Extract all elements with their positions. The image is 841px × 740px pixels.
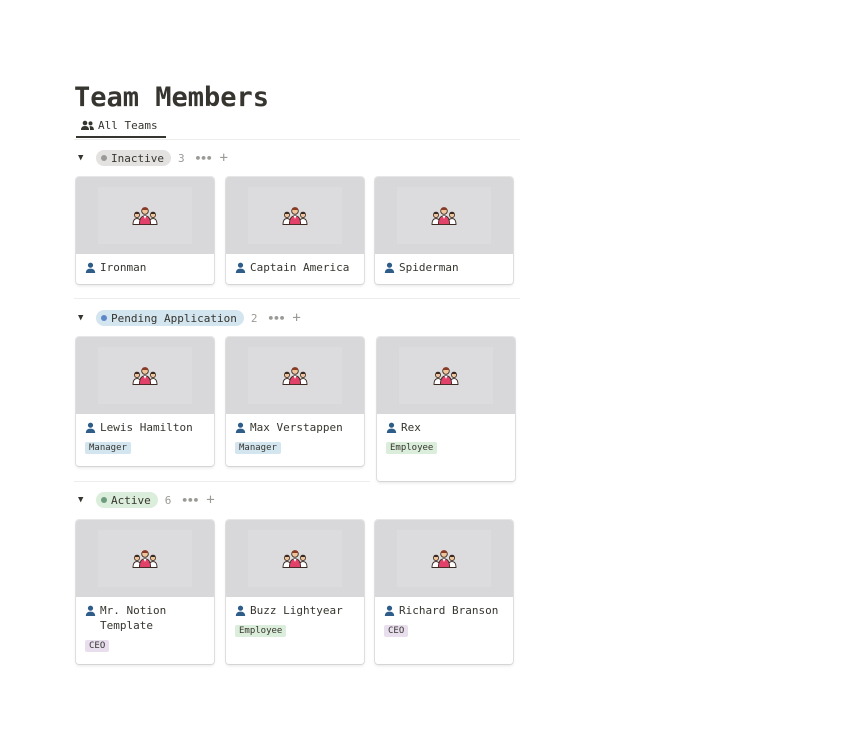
card-cover [76, 520, 214, 597]
team-people-icon [282, 365, 308, 385]
group-divider [74, 298, 520, 299]
tab-all-teams[interactable]: All Teams [76, 115, 166, 138]
people-icon [81, 120, 94, 130]
status-dot [101, 497, 107, 503]
role-tag: CEO [384, 625, 409, 637]
member-card[interactable]: Lewis Hamilton Manager [76, 337, 214, 466]
add-icon[interactable]: + [292, 311, 300, 325]
role-tag: Employee [235, 625, 287, 637]
team-people-icon [433, 365, 459, 385]
person-icon [85, 422, 96, 433]
toggle-triangle-icon[interactable]: ▼ [78, 153, 88, 163]
add-icon[interactable]: + [206, 493, 214, 507]
role-tag: Manager [235, 442, 281, 454]
card-name: Ironman [100, 261, 147, 274]
group-label: Active [111, 493, 151, 507]
toggle-triangle-icon[interactable]: ▼ [78, 495, 88, 505]
status-pill-pending[interactable]: Pending Application [96, 310, 244, 326]
member-card[interactable]: Max Verstappen Manager [226, 337, 364, 466]
team-people-icon [132, 205, 158, 225]
status-dot [101, 155, 107, 161]
person-icon [384, 262, 395, 273]
card-cover [76, 177, 214, 254]
card-name: Captain America [250, 261, 350, 274]
more-options-icon[interactable]: ••• [195, 152, 213, 165]
team-people-icon [431, 548, 457, 568]
tab-label: All Teams [98, 119, 158, 132]
person-icon [386, 422, 397, 433]
person-icon [235, 605, 246, 616]
team-people-icon [431, 205, 457, 225]
role-tag: CEO [85, 640, 110, 652]
person-icon [235, 262, 246, 273]
group-label: Pending Application [111, 311, 237, 325]
more-options-icon[interactable]: ••• [181, 494, 199, 507]
card-name: Max Verstappen [250, 421, 343, 434]
team-people-icon [132, 365, 158, 385]
card-name: Rex [401, 421, 421, 434]
group-count: 2 [250, 311, 258, 325]
page-title: Team Members [74, 82, 270, 113]
status-dot [101, 315, 107, 321]
member-card[interactable]: Richard Branson CEO [375, 520, 513, 664]
group-count: 3 [177, 151, 185, 165]
group-header-pending-application: ▼ Pending Application 2 ••• + [78, 309, 301, 327]
card-cover [375, 177, 513, 254]
member-card[interactable]: Spiderman [375, 177, 513, 284]
group-header-active: ▼ Active 6 ••• + [78, 491, 215, 509]
view-tab-bar: All Teams [74, 115, 520, 140]
member-card[interactable]: Captain America [226, 177, 364, 284]
more-options-icon[interactable]: ••• [267, 312, 285, 325]
role-tag: Employee [386, 442, 438, 454]
member-card[interactable]: Mr. Notion Template CEO [76, 520, 214, 664]
group-label: Inactive [111, 151, 164, 165]
person-icon [85, 605, 96, 616]
card-name: Mr. Notion Template [100, 604, 167, 632]
role-tag: Manager [85, 442, 131, 454]
toggle-triangle-icon[interactable]: ▼ [78, 313, 88, 323]
card-cover [226, 520, 364, 597]
member-card[interactable]: Buzz Lightyear Employee [226, 520, 364, 664]
card-name: Lewis Hamilton [100, 421, 193, 434]
card-cover [377, 337, 515, 414]
person-icon [235, 422, 246, 433]
member-card[interactable]: Ironman [76, 177, 214, 284]
status-pill-active[interactable]: Active [96, 492, 158, 508]
group-count: 6 [164, 493, 172, 507]
card-name: Spiderman [399, 261, 459, 274]
card-cover [226, 177, 364, 254]
card-cover [375, 520, 513, 597]
team-people-icon [132, 548, 158, 568]
card-name: Buzz Lightyear [250, 604, 343, 617]
card-name: Richard Branson [399, 604, 499, 617]
add-icon[interactable]: + [219, 151, 227, 165]
card-cover [76, 337, 214, 414]
member-card[interactable]: Rex Employee [377, 337, 515, 481]
card-cover [226, 337, 364, 414]
group-header-inactive: ▼ Inactive 3 ••• + [78, 149, 228, 167]
person-icon [384, 605, 395, 616]
team-people-icon [282, 205, 308, 225]
status-pill-inactive[interactable]: Inactive [96, 150, 171, 166]
team-people-icon [282, 548, 308, 568]
group-divider [74, 481, 370, 482]
person-icon [85, 262, 96, 273]
